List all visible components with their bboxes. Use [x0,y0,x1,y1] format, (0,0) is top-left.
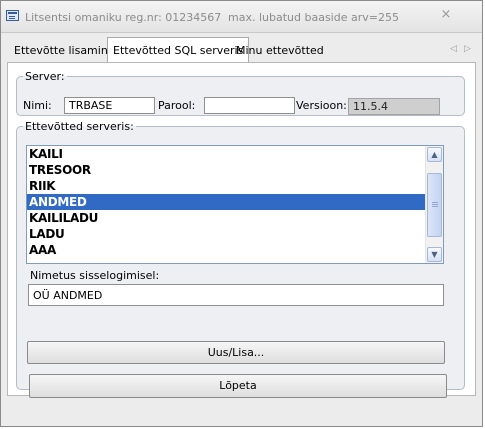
version-label: Versioon: [296,99,347,112]
title-bar: Litsentsi omaniku reg.nr: 01234567 max. … [1,1,482,33]
company-list-item[interactable]: KAILILADU [27,210,425,226]
server-name-label: Nimi: [23,99,52,112]
scroll-up-icon[interactable]: ▲ [427,147,442,162]
app-icon [6,10,19,21]
companies-listbox[interactable]: KAILI TRESOOR RIIK ANDMED KAILILADU LADU… [26,145,444,264]
company-list-item[interactable]: TRESOOR [27,162,425,178]
company-list-item-selected[interactable]: ANDMED [27,194,425,210]
window-title-license: Litsentsi omaniku reg.nr: 01234567 [25,11,222,24]
company-list-item[interactable]: LADU [27,226,425,242]
scroll-thumb[interactable] [427,173,442,237]
company-list-item[interactable]: RIIK [27,178,425,194]
tab-my-companies[interactable]: Minu ettevõtted [231,40,329,62]
companies-legend: Ettevõtted serveris: [25,120,134,133]
version-field: 11.5.4 [348,98,440,115]
tab-next-icon[interactable]: ▷ [464,44,471,54]
password-label: Parool: [158,99,196,112]
window-content: Ettevõtte lisamine Ettevõtted SQL server… [1,33,482,426]
login-name-label: Nimetus sisselogimisel: [30,269,160,282]
scroll-grip-line [432,202,438,203]
close-icon[interactable]: × [439,8,453,21]
tab-prev-icon[interactable]: ◁ [450,44,457,54]
server-name-input[interactable] [64,97,155,114]
main-window: Litsentsi omaniku reg.nr: 01234567 max. … [0,0,483,427]
list-scrollbar[interactable]: ▲ ▼ [425,146,443,263]
scroll-grip-line [432,204,438,205]
tab-add-company[interactable]: Ettevõtte lisamine [9,40,120,62]
login-name-input[interactable] [28,284,444,306]
scroll-down-icon[interactable]: ▼ [427,247,442,262]
tab-strip: Ettevõtte lisamine Ettevõtted SQL server… [7,36,477,64]
server-group: Server: Nimi: Parool: Versioon: 11.5.4 [16,70,465,116]
scroll-grip-line [432,206,438,207]
company-list-item[interactable]: AAA [27,242,425,258]
password-input[interactable] [204,97,295,114]
tab-sql-companies[interactable]: Ettevõtted SQL serveris [107,37,250,64]
finish-button[interactable]: Lõpeta [29,374,447,398]
server-legend: Server: [25,70,65,83]
window-title-max-databases: max. lubatud baaside arv=255 [228,11,399,24]
company-list-item[interactable]: KAILI [27,146,425,162]
tab-panel-sql-companies: Server: Nimi: Parool: Versioon: 11.5.4 E… [7,62,476,396]
new-add-button[interactable]: Uus/Lisa... [27,341,445,364]
companies-group: Ettevõtted serveris: KAILI TRESOOR RIIK … [16,120,465,390]
